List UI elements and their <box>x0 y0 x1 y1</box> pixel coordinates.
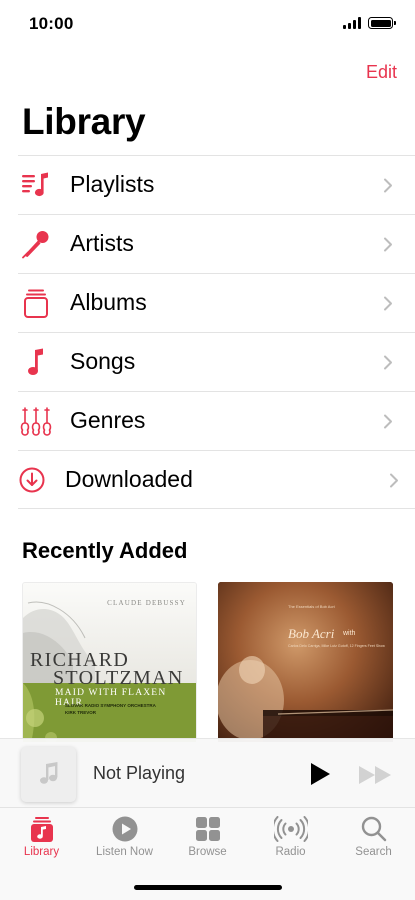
album-credits: Carlos Delo Carriga, Mike Lutz Gutoff, 1… <box>288 644 385 648</box>
album-subtitle: The Essentials of Bob Acri <box>288 604 335 609</box>
playlists-icon <box>22 172 48 197</box>
fast-forward-icon[interactable] <box>358 764 394 786</box>
music-note-icon <box>28 348 43 375</box>
tab-browse[interactable]: Browse <box>166 816 249 858</box>
library-list: Playlists Artists Albums Songs Genres Do… <box>0 155 415 509</box>
tab-label: Browse <box>188 846 227 858</box>
tab-library[interactable]: Library <box>0 816 83 858</box>
chevron-right-icon <box>384 237 392 252</box>
recently-added-title: Recently Added <box>22 538 188 563</box>
status-icons <box>343 17 396 29</box>
edit-button[interactable]: Edit <box>366 62 397 83</box>
album-artist-suffix: with <box>343 630 356 637</box>
library-item-songs[interactable]: Songs <box>18 332 415 391</box>
grid-icon <box>195 817 220 841</box>
library-item-albums[interactable]: Albums <box>18 273 415 332</box>
library-item-label: Downloaded <box>65 466 193 492</box>
library-item-playlists[interactable]: Playlists <box>18 155 415 214</box>
microphone-icon <box>22 231 49 259</box>
search-icon <box>361 816 386 842</box>
mini-player[interactable]: Not Playing <box>0 738 415 808</box>
album-composer: CLAUDE DEBUSSY <box>107 599 186 607</box>
music-app-screen: 10:00 Edit Library Playlists Artists Alb… <box>0 0 415 900</box>
download-circle-icon <box>19 467 45 493</box>
play-circle-icon <box>112 816 137 842</box>
library-item-label: Songs <box>70 348 136 374</box>
album-credits-orchestra: SLOVAK RADIO SYMPHONY ORCHESTRA <box>65 703 156 708</box>
library-item-label: Genres <box>70 407 146 433</box>
library-item-downloaded[interactable]: Downloaded <box>18 450 415 509</box>
tab-label: Library <box>23 846 60 858</box>
chevron-right-icon <box>384 355 392 370</box>
album-stack-icon <box>24 289 48 318</box>
tab-radio[interactable]: Radio <box>249 816 332 858</box>
tab-label: Search <box>355 846 392 858</box>
status-bar: 10:00 <box>0 0 415 50</box>
chevron-right-icon <box>384 414 392 429</box>
cellular-signal-icon <box>343 17 361 29</box>
library-item-genres[interactable]: Genres <box>18 391 415 450</box>
library-item-label: Albums <box>70 289 147 315</box>
tab-listen-now[interactable]: Listen Now <box>83 816 166 858</box>
page-title: Library <box>22 101 146 142</box>
library-icon <box>30 817 53 842</box>
tab-search[interactable]: Search <box>332 816 415 858</box>
recently-added-albums: CLAUDE DEBUSSY RICHARD STOLTZMAN MAID WI… <box>22 582 415 742</box>
album-credits-conductor: KIRK TREVOR <box>65 710 97 715</box>
mini-player-artwork <box>21 747 76 802</box>
album-artist-last: STOLTZMAN <box>53 667 184 689</box>
guitars-icon <box>20 407 52 436</box>
library-item-artists[interactable]: Artists <box>18 214 415 273</box>
music-note-icon <box>40 762 58 784</box>
chevron-right-icon <box>390 473 398 488</box>
radio-waves-icon <box>273 816 308 842</box>
now-playing-title: Not Playing <box>93 763 186 783</box>
chevron-right-icon <box>384 178 392 193</box>
library-item-label: Artists <box>70 230 134 256</box>
tab-label: Radio <box>275 846 306 858</box>
tab-label: Listen Now <box>96 846 153 858</box>
album-artist: Bob Acri <box>288 626 335 641</box>
album-card-bob-acri[interactable]: The Essentials of Bob Acri Bob Acri with… <box>218 582 393 742</box>
chevron-right-icon <box>384 296 392 311</box>
home-indicator <box>134 885 282 890</box>
status-time: 10:00 <box>29 14 74 33</box>
album-card-maid-with-flaxen-hair[interactable]: CLAUDE DEBUSSY RICHARD STOLTZMAN MAID WI… <box>22 582 197 742</box>
library-item-label: Playlists <box>70 171 155 197</box>
battery-icon <box>368 17 396 29</box>
play-icon[interactable] <box>308 761 332 787</box>
